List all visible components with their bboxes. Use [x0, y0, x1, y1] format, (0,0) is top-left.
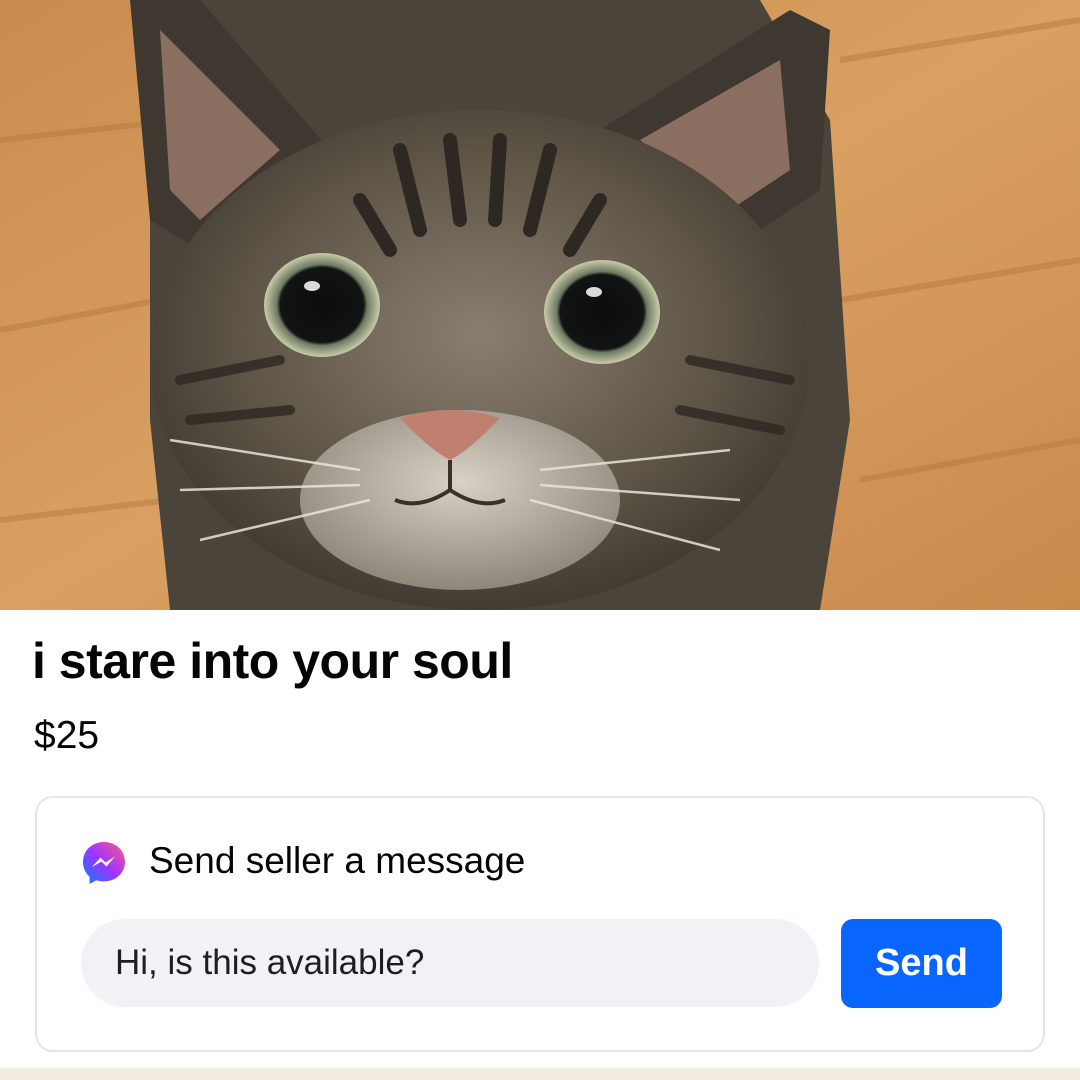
listing-price: $25	[34, 714, 100, 757]
card-heading: Send seller a message	[149, 840, 526, 881]
send-button[interactable]: Send	[841, 919, 1002, 1008]
bottom-divider	[0, 1068, 1080, 1080]
listing-photo[interactable]	[0, 0, 1080, 610]
message-seller-card: Send seller a message Send	[35, 796, 1045, 1052]
listing-title: i stare into your soul	[32, 633, 513, 689]
message-input[interactable]	[81, 919, 819, 1007]
messenger-icon	[81, 840, 127, 886]
